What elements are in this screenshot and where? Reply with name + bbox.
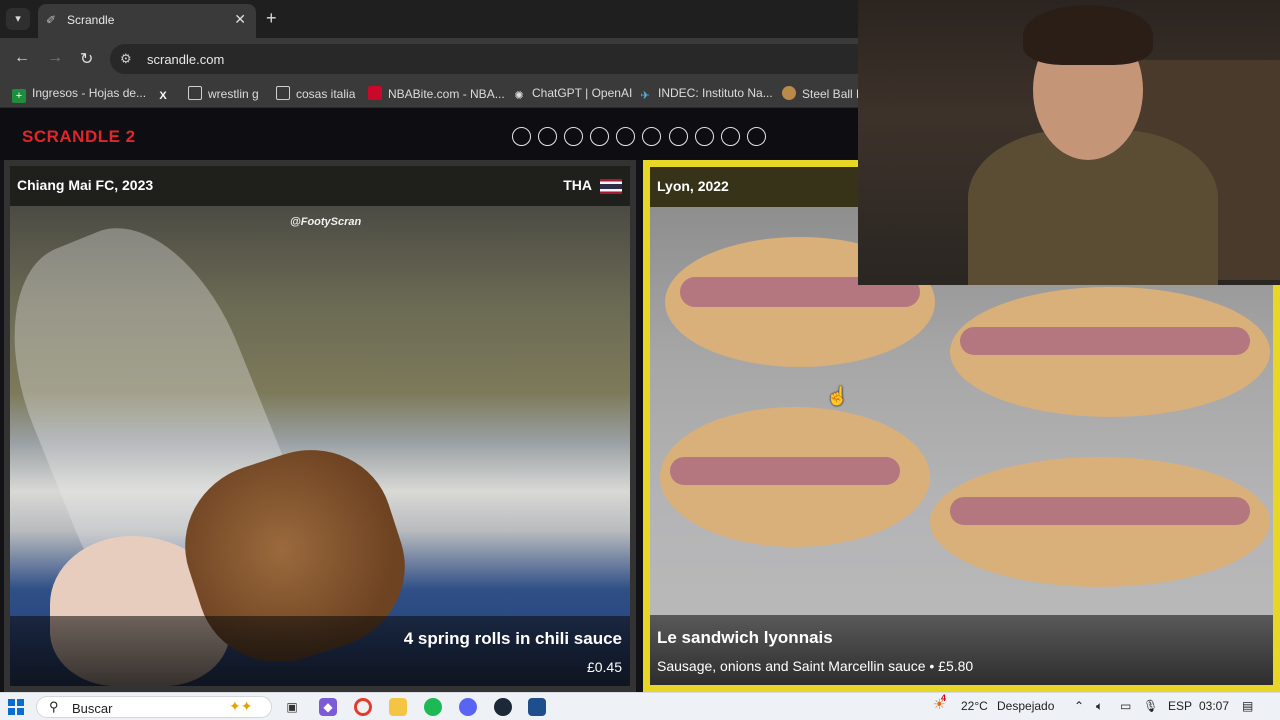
bookmark-cosas-italia[interactable]: cosas italia bbox=[276, 86, 355, 101]
copilot-icon[interactable]: ◆ bbox=[319, 698, 337, 716]
folder-icon bbox=[188, 86, 202, 100]
discord-icon[interactable] bbox=[459, 698, 477, 716]
copilot-sparkle-icon: ✦✦ bbox=[229, 698, 253, 714]
progress-dot bbox=[642, 127, 661, 146]
url-text: scrandle.com bbox=[147, 52, 225, 67]
bookmark-chatgpt[interactable]: ✺ ChatGPT | OpenAI bbox=[512, 86, 632, 103]
progress-dot bbox=[564, 127, 583, 146]
food-name: Le sandwich lyonnais bbox=[657, 628, 833, 647]
steam-icon[interactable] bbox=[494, 698, 512, 716]
weather-badge: 4 bbox=[941, 693, 947, 703]
bookmark-wrestling[interactable]: wrestlin g bbox=[188, 86, 259, 101]
webcam-overlay bbox=[858, 0, 1280, 285]
food-name: 4 spring rolls in chili sauce bbox=[403, 629, 622, 648]
notification-icon[interactable]: ▤ bbox=[1242, 699, 1253, 713]
food-card-left[interactable]: @FootyScran Chiang Mai FC, 2023 THA 4 sp bbox=[4, 160, 636, 692]
speaker-icon[interactable]: 🔈︎ bbox=[1096, 699, 1103, 714]
food-photo-spring-rolls: @FootyScran bbox=[10, 198, 630, 686]
address-bar[interactable]: ⚙ scrandle.com bbox=[110, 44, 870, 74]
folder-icon bbox=[276, 86, 290, 100]
steel-ball-icon bbox=[782, 86, 796, 100]
forward-arrow-icon[interactable]: → bbox=[47, 49, 63, 67]
hand-cursor-icon: ☝ bbox=[826, 386, 849, 406]
bookmark-nbabite[interactable]: NBABite.com - NBA... bbox=[368, 86, 505, 101]
streamer-hair bbox=[1023, 5, 1153, 65]
file-explorer-icon[interactable] bbox=[389, 698, 407, 716]
progress-dot bbox=[695, 127, 714, 146]
indec-icon: ✈ bbox=[640, 90, 650, 102]
sheets-icon: + bbox=[12, 89, 26, 103]
microphone-icon[interactable]: 🎙︎ bbox=[1143, 699, 1158, 713]
tab-search-button[interactable]: ▾ bbox=[6, 8, 30, 30]
reload-icon[interactable]: ↻ bbox=[80, 49, 93, 69]
site-info-icon[interactable]: ⚙ bbox=[120, 51, 132, 67]
new-tab-button[interactable]: + bbox=[266, 8, 277, 29]
food-price: £0.45 bbox=[586, 659, 622, 675]
progress-dot bbox=[590, 127, 609, 146]
weather-desc[interactable]: Despejado bbox=[997, 699, 1054, 713]
nba-icon bbox=[368, 86, 382, 100]
progress-dot bbox=[512, 127, 531, 146]
sausage bbox=[670, 457, 900, 485]
progress-dot bbox=[747, 127, 766, 146]
food-description: Sausage, onions and Saint Marcellin sauc… bbox=[657, 658, 974, 674]
openai-icon: ✺ bbox=[514, 90, 524, 102]
windows-taskbar: ⚲ Buscar ✦✦ ▣ ◆ ☀ 4 22°C Despejado ⌃ 🔈︎ … bbox=[0, 692, 1280, 720]
card-bottombar: Le sandwich lyonnais Sausage, onions and… bbox=[650, 615, 1273, 685]
chrome-icon[interactable] bbox=[354, 698, 372, 716]
app-icon[interactable] bbox=[528, 698, 546, 716]
clock-time[interactable]: 03:07 bbox=[1199, 699, 1229, 713]
progress-dot bbox=[538, 127, 557, 146]
scrandle-logo[interactable]: SCRANDLE 2 bbox=[22, 127, 136, 147]
progress-dot bbox=[721, 127, 740, 146]
taskbar-search[interactable]: ⚲ Buscar ✦✦ bbox=[36, 696, 272, 718]
bookmark-indec[interactable]: ✈ INDEC: Instituto Na... bbox=[638, 86, 772, 103]
tab-title: Scrandle bbox=[67, 13, 115, 27]
bookmark-steel-ball[interactable]: Steel Ball R bbox=[782, 86, 865, 101]
back-arrow-icon[interactable]: ← bbox=[14, 49, 30, 67]
battery-icon[interactable]: ▭ bbox=[1120, 699, 1131, 713]
progress-dot bbox=[669, 127, 688, 146]
x-icon: X bbox=[159, 90, 167, 102]
card-topbar: Chiang Mai FC, 2023 THA bbox=[10, 166, 630, 206]
language-indicator[interactable]: ESP bbox=[1168, 699, 1192, 713]
chevron-up-icon[interactable]: ⌃ bbox=[1074, 699, 1084, 713]
search-icon: ⚲ bbox=[49, 699, 59, 714]
tab-scrandle[interactable]: ✐ Scrandle ✕ bbox=[38, 4, 256, 38]
windows-start-icon[interactable] bbox=[8, 699, 24, 715]
bookmark-ingresos[interactable]: + Ingresos - Hojas de... bbox=[12, 86, 146, 103]
watermark: @FootyScran bbox=[290, 216, 362, 228]
sausage bbox=[960, 327, 1250, 355]
card-location: Chiang Mai FC, 2023 bbox=[17, 177, 154, 193]
sausage bbox=[950, 497, 1250, 525]
card-location: Lyon, 2022 bbox=[657, 178, 729, 194]
card-country: THA bbox=[563, 177, 592, 193]
bookmark-x[interactable]: X bbox=[156, 86, 176, 103]
tab-close-icon[interactable]: ✕ bbox=[234, 11, 246, 28]
progress-dot bbox=[616, 127, 635, 146]
spotify-icon[interactable] bbox=[424, 698, 442, 716]
search-placeholder: Buscar bbox=[72, 701, 113, 716]
tab-favicon-icon: ✐ bbox=[46, 13, 57, 27]
weather-temp[interactable]: 22°C bbox=[961, 699, 988, 713]
task-view-icon[interactable]: ▣ bbox=[283, 698, 301, 716]
card-bottombar: 4 spring rolls in chili sauce £0.45 bbox=[10, 616, 630, 686]
thailand-flag-icon bbox=[600, 179, 622, 194]
